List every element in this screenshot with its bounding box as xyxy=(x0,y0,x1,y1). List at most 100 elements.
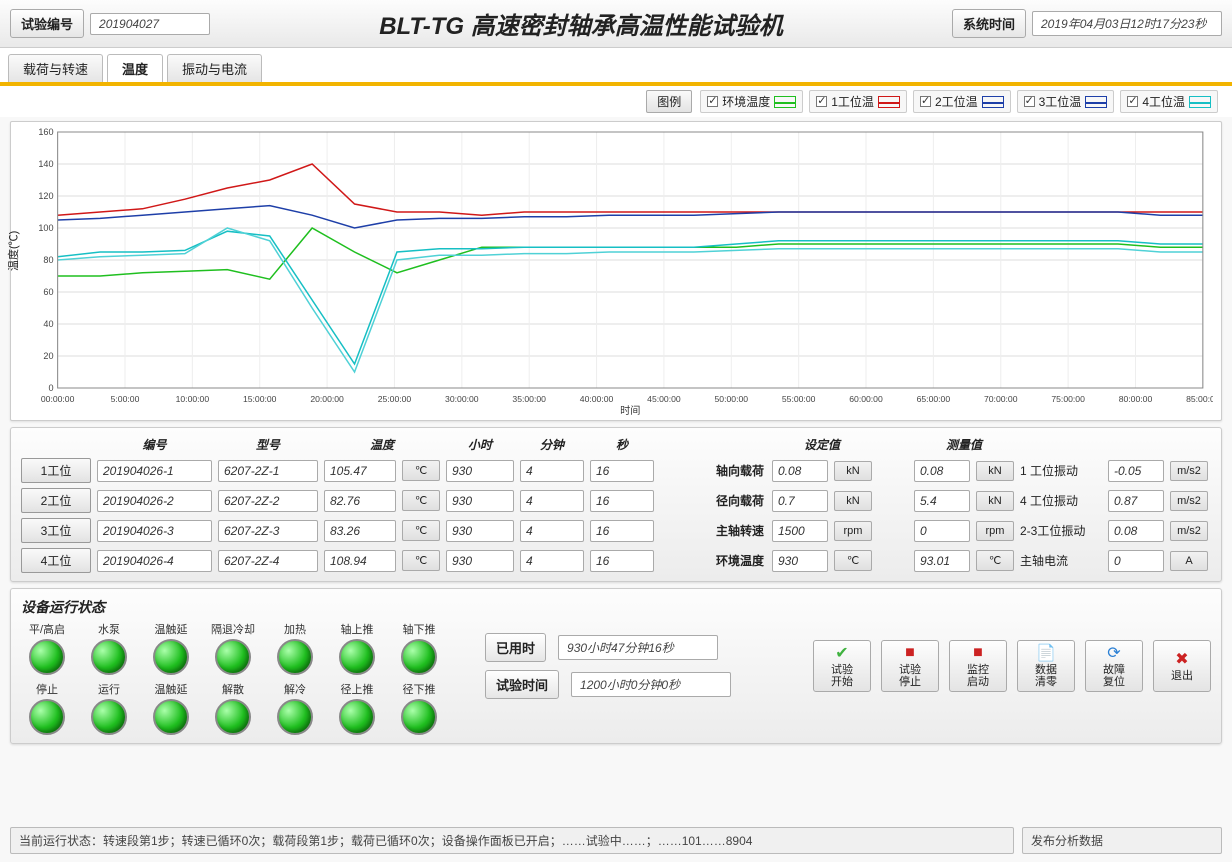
checkbox-icon[interactable] xyxy=(920,96,931,107)
cell-model-1[interactable]: 6207-2Z-2 xyxy=(218,490,318,512)
action-button-0[interactable]: ✔试验 开始 xyxy=(813,640,871,692)
svg-text:40: 40 xyxy=(43,319,53,329)
cell-min-2[interactable]: 4 xyxy=(520,520,584,542)
cell-temp-3[interactable]: 108.94 xyxy=(324,550,396,572)
svg-text:30:00:00: 30:00:00 xyxy=(445,394,479,404)
legend-item-0[interactable]: 环境温度 xyxy=(700,90,803,113)
right-val-2[interactable]: 0.08 xyxy=(1108,520,1164,542)
station-button-2[interactable]: 3工位 xyxy=(21,518,91,543)
right-label-0: 1 工位振动 xyxy=(1020,462,1102,479)
right-val-0[interactable]: -0.05 xyxy=(1108,460,1164,482)
cell-hour-1[interactable]: 930 xyxy=(446,490,514,512)
led-led-row-2-5: 径上推 xyxy=(331,681,383,735)
param-set-0[interactable]: 0.08 xyxy=(772,460,828,482)
cell-temp-0[interactable]: 105.47 xyxy=(324,460,396,482)
param-meas-2[interactable]: 0 xyxy=(914,520,970,542)
unit-temp-2: ℃ xyxy=(402,520,440,541)
param-meas-0[interactable]: 0.08 xyxy=(914,460,970,482)
cell-temp-1[interactable]: 82.76 xyxy=(324,490,396,512)
action-button-4[interactable]: ⟳故障 复位 xyxy=(1085,640,1143,692)
status-led-icon xyxy=(277,639,313,675)
cell-no-2[interactable]: 201904026-3 xyxy=(97,520,212,542)
param-meas-unit-1: kN xyxy=(976,491,1014,511)
temperature-chart[interactable]: 温度(℃) 02040608010012014016000:00:005:00:… xyxy=(15,126,1213,416)
tab-vibration-current[interactable]: 振动与电流 xyxy=(167,54,262,82)
led-led-row-1-4: 加热 xyxy=(269,621,321,675)
hdr-temp: 温度 xyxy=(324,436,440,453)
elapsed-label: 已用时 xyxy=(485,633,546,662)
status-led-icon xyxy=(401,639,437,675)
param-meas-3[interactable]: 93.01 xyxy=(914,550,970,572)
svg-text:时间: 时间 xyxy=(620,404,640,416)
unit-temp-3: ℃ xyxy=(402,550,440,571)
param-meas-1[interactable]: 5.4 xyxy=(914,490,970,512)
legend-item-1[interactable]: 1工位温 xyxy=(809,90,907,113)
header-bar: 试验编号 201904027 BLT-TG 高速密封轴承高温性能试验机 系统时间… xyxy=(0,0,1232,48)
right-val-1[interactable]: 0.87 xyxy=(1108,490,1164,512)
zoom-button[interactable]: 图例 xyxy=(646,90,692,113)
action-button-5[interactable]: ✖退出 xyxy=(1153,640,1211,692)
test-no-label: 试验编号 xyxy=(10,9,84,38)
checkbox-icon[interactable] xyxy=(1024,96,1035,107)
app-title: BLT-TG 高速密封轴承高温性能试验机 xyxy=(210,6,952,41)
action-button-1[interactable]: ■试验 停止 xyxy=(881,640,939,692)
param-set-3[interactable]: 930 xyxy=(772,550,828,572)
svg-text:35:00:00: 35:00:00 xyxy=(512,394,546,404)
cell-no-3[interactable]: 201904026-4 xyxy=(97,550,212,572)
statusbar-side[interactable]: 发布分析数据 xyxy=(1022,827,1222,854)
cell-min-1[interactable]: 4 xyxy=(520,490,584,512)
param-set-1[interactable]: 0.7 xyxy=(772,490,828,512)
svg-text:5:00:00: 5:00:00 xyxy=(111,394,140,404)
hdr-set: 设定值 xyxy=(772,436,872,453)
tab-temperature[interactable]: 温度 xyxy=(107,54,163,82)
cell-sec-0[interactable]: 16 xyxy=(590,460,654,482)
status-led-icon xyxy=(29,639,65,675)
legend-item-3[interactable]: 3工位温 xyxy=(1017,90,1115,113)
param-set-unit-0: kN xyxy=(834,461,872,481)
status-led-icon xyxy=(153,699,189,735)
hdr-model: 型号 xyxy=(218,436,318,453)
checkbox-icon[interactable] xyxy=(1127,96,1138,107)
cell-sec-2[interactable]: 16 xyxy=(590,520,654,542)
checkbox-icon[interactable] xyxy=(707,96,718,107)
test-time-value: 1200小时0分钟0秒 xyxy=(571,672,731,697)
cell-no-0[interactable]: 201904026-1 xyxy=(97,460,212,482)
right-label-3: 主轴电流 xyxy=(1020,552,1102,569)
status-led-icon xyxy=(339,699,375,735)
cell-model-0[interactable]: 6207-2Z-1 xyxy=(218,460,318,482)
test-no-value[interactable]: 201904027 xyxy=(90,13,210,35)
svg-text:0: 0 xyxy=(48,383,53,393)
cell-no-1[interactable]: 201904026-2 xyxy=(97,490,212,512)
svg-text:40:00:00: 40:00:00 xyxy=(580,394,614,404)
cell-model-3[interactable]: 6207-2Z-4 xyxy=(218,550,318,572)
cell-min-3[interactable]: 4 xyxy=(520,550,584,572)
station-button-3[interactable]: 4工位 xyxy=(21,548,91,573)
station-button-0[interactable]: 1工位 xyxy=(21,458,91,483)
status-title: 设备运行状态 xyxy=(21,597,445,617)
right-val-3[interactable]: 0 xyxy=(1108,550,1164,572)
station-button-1[interactable]: 2工位 xyxy=(21,488,91,513)
svg-text:50:00:00: 50:00:00 xyxy=(715,394,749,404)
status-led-icon xyxy=(215,639,251,675)
cell-hour-3[interactable]: 930 xyxy=(446,550,514,572)
led-led-row-1-2: 温触延 xyxy=(145,621,197,675)
cell-temp-2[interactable]: 83.26 xyxy=(324,520,396,542)
checkbox-icon[interactable] xyxy=(816,96,827,107)
cell-sec-1[interactable]: 16 xyxy=(590,490,654,512)
cell-hour-0[interactable]: 930 xyxy=(446,460,514,482)
legend-item-4[interactable]: 4工位温 xyxy=(1120,90,1218,113)
cell-model-2[interactable]: 6207-2Z-3 xyxy=(218,520,318,542)
chart-panel: 温度(℃) 02040608010012014016000:00:005:00:… xyxy=(10,121,1222,421)
action-button-2[interactable]: ■监控 启动 xyxy=(949,640,1007,692)
tab-load-speed[interactable]: 载荷与转速 xyxy=(8,54,103,82)
cell-min-0[interactable]: 4 xyxy=(520,460,584,482)
param-set-2[interactable]: 1500 xyxy=(772,520,828,542)
led-led-row-2-4: 解冷 xyxy=(269,681,321,735)
action-button-3[interactable]: 📄数据 清零 xyxy=(1017,640,1075,692)
cell-hour-2[interactable]: 930 xyxy=(446,520,514,542)
svg-text:80:00:00: 80:00:00 xyxy=(1119,394,1153,404)
cell-sec-3[interactable]: 16 xyxy=(590,550,654,572)
led-led-row-2-3: 解散 xyxy=(207,681,259,735)
legend-item-2[interactable]: 2工位温 xyxy=(913,90,1011,113)
tab-bar: 载荷与转速 温度 振动与电流 xyxy=(0,48,1232,86)
